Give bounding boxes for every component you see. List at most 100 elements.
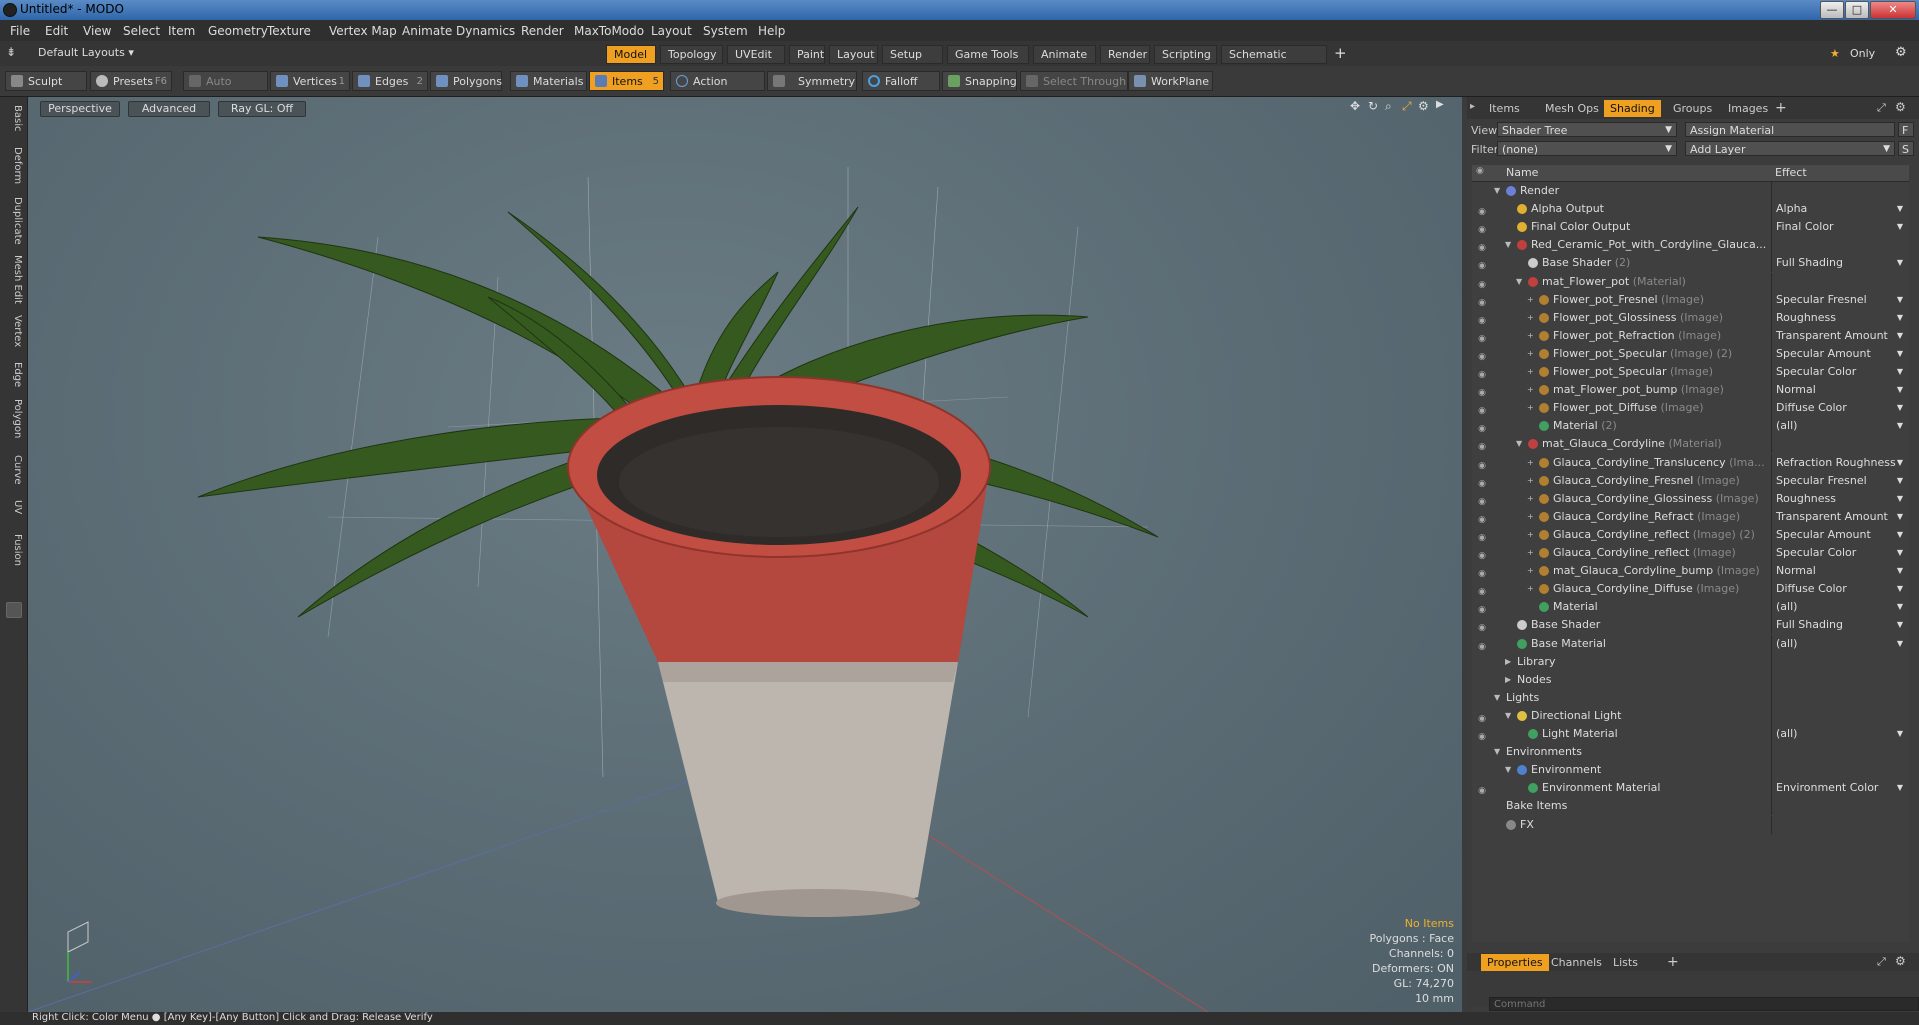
left-tab-deform[interactable]: Deform — [3, 147, 23, 184]
layer-effect-cell[interactable]: (all) ▼ — [1771, 635, 1909, 653]
shader-tree-row[interactable]: ◉ Final Color Output Final Color ▼ — [1472, 218, 1909, 236]
visibility-eye-icon[interactable]: ◉ — [1475, 294, 1489, 308]
tree-expand-icon[interactable]: + — [1527, 526, 1537, 544]
shader-tree-row[interactable]: ◉ + Flower_pot_Fresnel (Image) Specular Fre… — [1472, 291, 1909, 309]
shader-tree-row[interactable]: ◉ Base Shader Full Shading ▼ — [1472, 616, 1909, 634]
effect-dropdown-arrow-icon[interactable]: ▼ — [1897, 218, 1903, 236]
layout-tab-layout[interactable]: Layout — [829, 45, 878, 64]
tree-expand-icon[interactable]: ▼ — [1505, 707, 1515, 725]
add-properties-tab-button[interactable]: + — [1667, 954, 1679, 970]
shader-tree-row[interactable]: ◉ Material (2) (all) ▼ — [1472, 417, 1909, 435]
effect-dropdown-arrow-icon[interactable]: ▼ — [1897, 635, 1903, 653]
tree-expand-icon[interactable]: + — [1527, 508, 1537, 526]
menu-view[interactable]: View — [83, 24, 111, 38]
only-toggle[interactable]: Only — [1850, 47, 1875, 60]
shader-tree-row[interactable]: ◉ + Glauca_Cordyline_Fresnel (Image) Specul… — [1472, 472, 1909, 490]
shader-tree-row[interactable]: ◉ + Glauca_Cordyline_reflect (Image) (2) Sp… — [1472, 526, 1909, 544]
left-tab-vertex[interactable]: Vertex — [3, 315, 23, 347]
properties-tab-lists[interactable]: Lists — [1607, 954, 1644, 971]
left-tab-uv[interactable]: UV — [3, 500, 23, 514]
visibility-eye-icon[interactable]: ◉ — [1475, 529, 1489, 543]
raygl-toggle[interactable]: Ray GL: Off — [218, 101, 306, 117]
visibility-eye-icon[interactable]: ◉ — [1475, 239, 1489, 253]
effect-dropdown-arrow-icon[interactable]: ▼ — [1897, 598, 1903, 616]
tree-expand-icon[interactable]: + — [1527, 399, 1537, 417]
tree-expand-icon[interactable]: + — [1527, 309, 1537, 327]
panel-expand-icon[interactable]: ▸ — [1470, 101, 1475, 112]
layer-effect-cell[interactable]: Normal ▼ — [1771, 381, 1909, 399]
layer-effect-cell[interactable]: Specular Color ▼ — [1771, 544, 1909, 562]
effect-dropdown-arrow-icon[interactable]: ▼ — [1897, 508, 1903, 526]
visibility-eye-icon[interactable]: ◉ — [1475, 547, 1489, 561]
shader-tree-row[interactable]: ▼ Environment — [1472, 761, 1909, 779]
shader-tree-row[interactable]: ◉ Environment Material Environment Color ▼ — [1472, 779, 1909, 797]
panel-tab-groups[interactable]: Groups — [1667, 100, 1718, 117]
shader-tree-row[interactable]: ◉ + mat_Glauca_Cordyline_bump (Image) Norma… — [1472, 562, 1909, 580]
effect-dropdown-arrow-icon[interactable]: ▼ — [1897, 472, 1903, 490]
menu-select[interactable]: Select — [123, 24, 160, 38]
properties-tab-properties[interactable]: Properties — [1481, 954, 1549, 971]
layout-tab-animate[interactable]: Animate — [1033, 45, 1096, 64]
layer-effect-cell[interactable]: Transparent Amount ▼ — [1771, 508, 1909, 526]
left-tab-mesh-edit[interactable]: Mesh Edit — [3, 255, 23, 304]
layer-effect-cell[interactable]: Final Color ▼ — [1771, 218, 1909, 236]
tree-expand-icon[interactable]: ▼ — [1505, 761, 1515, 779]
shader-tree-row[interactable]: ▼ Environments — [1472, 743, 1909, 761]
layout-gear-icon[interactable]: ⚙ — [1895, 45, 1907, 60]
shader-tree-row[interactable]: ◉ Base Material (all) ▼ — [1472, 635, 1909, 653]
polygons-button[interactable]: Polygons — [430, 71, 502, 91]
filter-dropdown[interactable]: (none) ▼ — [1497, 141, 1677, 156]
layer-effect-cell[interactable]: Diffuse Color ▼ — [1771, 399, 1909, 417]
layer-effect-cell[interactable]: (all) ▼ — [1771, 417, 1909, 435]
layer-effect-cell[interactable]: (all) ▼ — [1771, 598, 1909, 616]
visibility-eye-icon[interactable]: ◉ — [1475, 366, 1489, 380]
effect-dropdown-arrow-icon[interactable]: ▼ — [1897, 580, 1903, 598]
layer-effect-cell[interactable]: Specular Amount ▼ — [1771, 526, 1909, 544]
panel-tab-shading[interactable]: Shading — [1604, 100, 1661, 117]
visibility-eye-icon[interactable]: ◉ — [1475, 619, 1489, 633]
visibility-eye-icon[interactable]: ◉ — [1475, 710, 1489, 724]
left-tab-polygon[interactable]: Polygon — [3, 399, 23, 438]
auto-select-button[interactable]: Auto Select — [183, 71, 268, 108]
properties-gear-icon[interactable]: ⚙ — [1895, 954, 1906, 968]
tree-expand-icon[interactable]: + — [1527, 327, 1537, 345]
shader-tree-row[interactable]: ◉ + Glauca_Cordyline_Refract (Image) Transp… — [1472, 508, 1909, 526]
shader-tree-row[interactable]: ◉ + Flower_pot_Diffuse (Image) Diffuse Colo… — [1472, 399, 1909, 417]
panel-tab-mesh-ops[interactable]: Mesh Ops — [1539, 100, 1605, 117]
shader-tree-row[interactable]: ◉ ▼ Directional Light — [1472, 707, 1909, 725]
menu-vertex-map[interactable]: Vertex Map — [329, 24, 397, 38]
shader-tree-row[interactable]: ▼ Lights — [1472, 689, 1909, 707]
workplane-button[interactable]: WorkPlane — [1128, 71, 1213, 91]
menu-dynamics[interactable]: Dynamics — [456, 24, 515, 38]
layer-effect-cell[interactable]: Diffuse Color ▼ — [1771, 580, 1909, 598]
effect-dropdown-arrow-icon[interactable]: ▼ — [1897, 381, 1903, 399]
tree-expand-icon[interactable]: ▶ — [1505, 653, 1515, 671]
effect-dropdown-arrow-icon[interactable]: ▼ — [1897, 526, 1903, 544]
visibility-eye-icon[interactable]: ◉ — [1475, 728, 1489, 742]
visibility-column-icon[interactable]: ◉ — [1476, 166, 1484, 176]
zoom-view-icon[interactable]: ⌕ — [1385, 99, 1392, 114]
panel-maximize-icon[interactable]: ⤢ — [1877, 101, 1886, 115]
tree-expand-icon[interactable]: ▶ — [1505, 671, 1515, 689]
left-tab-basic[interactable]: Basic — [3, 105, 23, 131]
effect-dropdown-arrow-icon[interactable]: ▼ — [1897, 309, 1903, 327]
menu-geometry[interactable]: Geometry — [208, 24, 268, 38]
panel-gear-icon[interactable]: ⚙ — [1895, 100, 1906, 114]
assign-material-button[interactable]: Assign Material — [1685, 122, 1895, 137]
command-input[interactable] — [1489, 997, 1919, 1011]
layer-effect-cell[interactable]: Normal ▼ — [1771, 562, 1909, 580]
shader-tree-row[interactable]: ◉ ▼ Red_Ceramic_Pot_with_Cordyline_Glauca.… — [1472, 236, 1909, 254]
tree-expand-icon[interactable]: + — [1527, 580, 1537, 598]
effect-dropdown-arrow-icon[interactable]: ▼ — [1897, 544, 1903, 562]
add-layout-button[interactable]: + — [1334, 44, 1347, 62]
visibility-eye-icon[interactable]: ◉ — [1475, 221, 1489, 235]
left-tab-curve[interactable]: Curve — [3, 455, 23, 485]
shader-tree-row[interactable]: ▶ Library — [1472, 653, 1909, 671]
shader-tree-row[interactable]: Bake Items — [1472, 797, 1909, 815]
visibility-eye-icon[interactable]: ◉ — [1475, 457, 1489, 471]
f-button[interactable]: F — [1898, 122, 1914, 137]
layer-effect-cell[interactable]: Full Shading ▼ — [1771, 254, 1909, 272]
menu-help[interactable]: Help — [758, 24, 785, 38]
menu-item[interactable]: Item — [168, 24, 195, 38]
star-icon[interactable]: ★ — [1830, 47, 1840, 60]
